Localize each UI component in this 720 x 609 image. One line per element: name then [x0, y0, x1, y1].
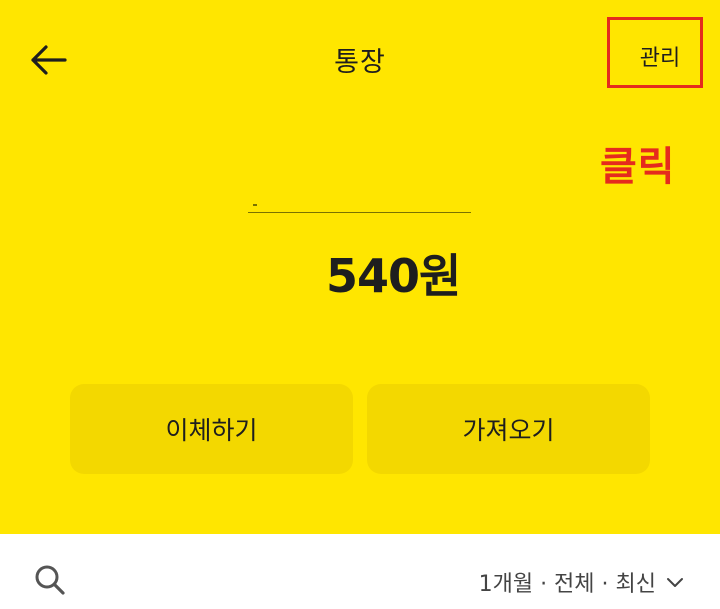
search-button[interactable]: [32, 562, 68, 598]
filter-dropdown[interactable]: 1개월 · 전체 · 최신: [479, 566, 684, 598]
search-icon: [35, 565, 65, 595]
fetch-button[interactable]: 가져오기: [367, 384, 650, 474]
account-name-underline: [248, 212, 471, 213]
transfer-button-label: 이체하기: [165, 416, 258, 445]
transfer-button[interactable]: 이체하기: [70, 384, 353, 474]
chevron-down-icon: [667, 578, 683, 587]
transaction-toolbar: 1개월 · 전체 · 최신: [0, 534, 720, 609]
click-annotation: 클릭: [600, 144, 676, 190]
balance-amount: 540원: [326, 249, 461, 303]
account-name-mark: [253, 204, 257, 206]
account-header-area: 통장 관리 클릭 540원 이체하기 가져오기: [0, 0, 720, 534]
manage-button[interactable]: 관리: [607, 17, 703, 88]
fetch-button-label: 가져오기: [462, 416, 555, 445]
filter-label: 1개월 · 전체 · 최신: [478, 572, 656, 597]
manage-button-label: 관리: [639, 45, 681, 71]
